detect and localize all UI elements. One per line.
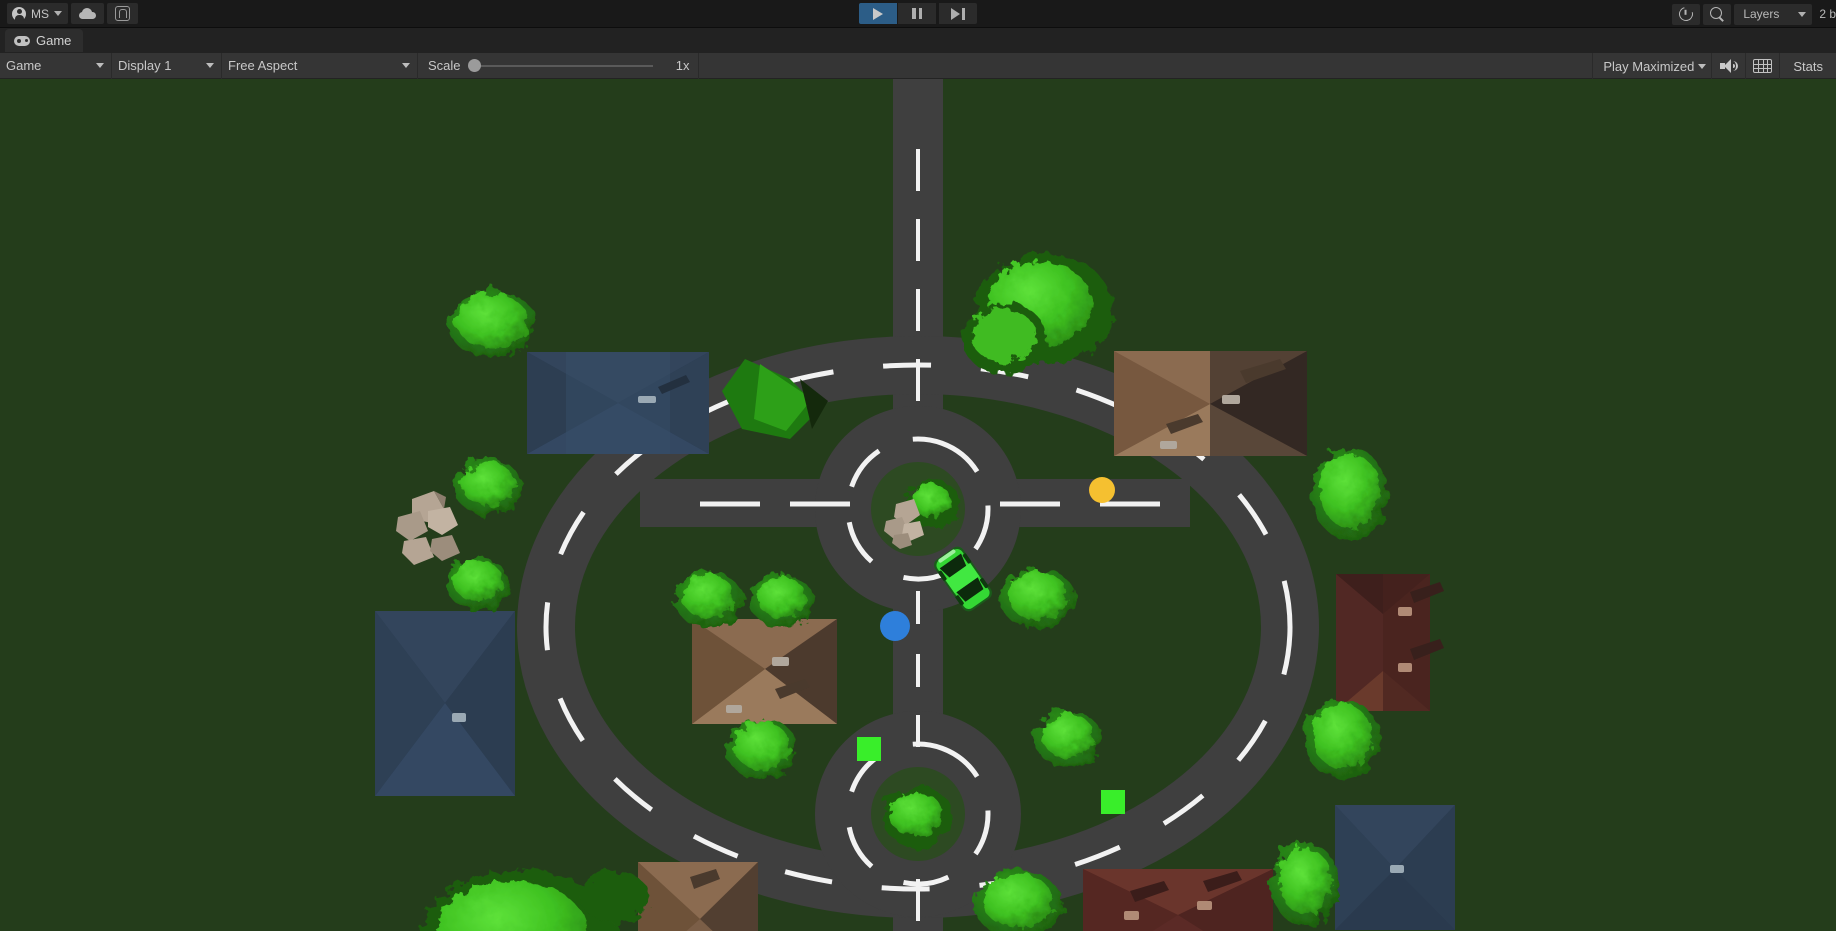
scale-slider-track <box>474 64 653 67</box>
mute-audio-button[interactable] <box>1711 53 1745 79</box>
play-maximized-label: Play Maximized <box>1603 58 1695 74</box>
building-brown-center <box>692 619 837 724</box>
tree <box>750 575 814 627</box>
account-label: MS <box>31 6 49 21</box>
history-icon <box>1676 4 1696 24</box>
pause-button[interactable] <box>898 3 936 24</box>
chevron-down-icon <box>1798 11 1807 17</box>
building-blue-west <box>375 611 515 796</box>
package-manager-icon <box>115 6 130 21</box>
tree <box>726 719 798 779</box>
tree <box>454 459 522 515</box>
scale-value: 1x <box>675 58 690 73</box>
tree <box>446 558 510 610</box>
tree <box>1271 842 1339 926</box>
gizmos-button[interactable] <box>1745 53 1779 79</box>
waypoint-marker-yellow <box>1089 477 1115 503</box>
game-view-type-dropdown[interactable]: Game <box>0 52 112 79</box>
aspect-ratio-dropdown[interactable]: Free Aspect <box>222 52 418 79</box>
mute-audio-icon <box>1719 59 1738 73</box>
building-brown-south <box>638 862 758 931</box>
tree <box>882 787 954 847</box>
display-dropdown[interactable]: Display 1 <box>112 52 222 79</box>
chevron-down-icon <box>402 63 410 68</box>
scale-slider[interactable] <box>467 59 653 73</box>
person-icon <box>12 6 26 21</box>
tree <box>1304 699 1380 779</box>
tree <box>674 571 742 627</box>
pause-icon <box>912 8 922 19</box>
scale-slider-handle[interactable] <box>467 59 481 72</box>
game-view[interactable] <box>0 79 1836 931</box>
building-blue-north <box>527 352 709 454</box>
play-maximized-dropdown[interactable]: Play Maximized <box>1592 53 1711 79</box>
tab-game[interactable]: Game <box>5 29 84 52</box>
toolbar-right-group: Layers 2 b <box>1672 0 1836 28</box>
chevron-down-icon <box>96 63 104 68</box>
stats-button[interactable]: Stats <box>1779 53 1836 79</box>
search-button[interactable] <box>1703 3 1732 25</box>
layout-dropdown[interactable]: 2 b <box>1815 7 1836 21</box>
game-view-toolbar: Game Display 1 Free Aspect Scale 1x Play… <box>0 52 1836 79</box>
account-button[interactable]: MS <box>7 3 68 24</box>
tab-strip: Game <box>0 28 1836 53</box>
cloud-services-button[interactable] <box>71 3 104 24</box>
editor-toolbar: MS Layers 2 b <box>0 0 1836 28</box>
tree <box>963 303 1047 375</box>
tab-game-label: Game <box>36 33 72 48</box>
cloud-icon <box>79 8 96 19</box>
game-scene <box>0 79 1836 931</box>
aspect-ratio-label: Free Aspect <box>228 58 298 73</box>
search-icon <box>1709 6 1725 22</box>
tree <box>1000 569 1076 629</box>
building-brown-north <box>1114 351 1307 456</box>
play-button[interactable] <box>859 3 897 24</box>
game-view-toolbar-right: Play Maximized Stats <box>1592 53 1836 79</box>
chevron-down-icon <box>206 63 214 68</box>
waypoint-marker-blue <box>880 611 910 641</box>
layers-dropdown[interactable]: Layers <box>1734 3 1813 25</box>
play-icon <box>873 7 883 20</box>
gamepad-icon <box>14 35 30 46</box>
checkpoint-marker-2 <box>1101 790 1125 814</box>
building-blue-southeast <box>1335 805 1455 930</box>
playmode-controls <box>859 3 977 24</box>
building-red-south <box>1083 869 1273 931</box>
layers-label: Layers <box>1743 7 1780 21</box>
gizmos-grid-icon <box>1753 59 1773 73</box>
toolbar-left-group: MS <box>0 3 138 24</box>
undo-history-button[interactable] <box>1672 3 1701 25</box>
chevron-down-icon <box>54 11 62 16</box>
scale-control-group: Scale 1x <box>418 52 699 79</box>
package-manager-button[interactable] <box>107 3 138 24</box>
building-red-east <box>1336 574 1444 711</box>
tree <box>1034 711 1102 767</box>
tree <box>448 290 536 358</box>
display-label: Display 1 <box>118 58 172 73</box>
game-view-type-label: Game <box>6 58 42 73</box>
scale-label: Scale <box>428 58 461 73</box>
step-icon <box>951 7 965 20</box>
step-button[interactable] <box>939 3 977 24</box>
checkpoint-marker-1 <box>857 737 881 761</box>
tree <box>581 871 649 923</box>
tree <box>1312 448 1388 540</box>
chevron-down-icon <box>1698 63 1707 69</box>
